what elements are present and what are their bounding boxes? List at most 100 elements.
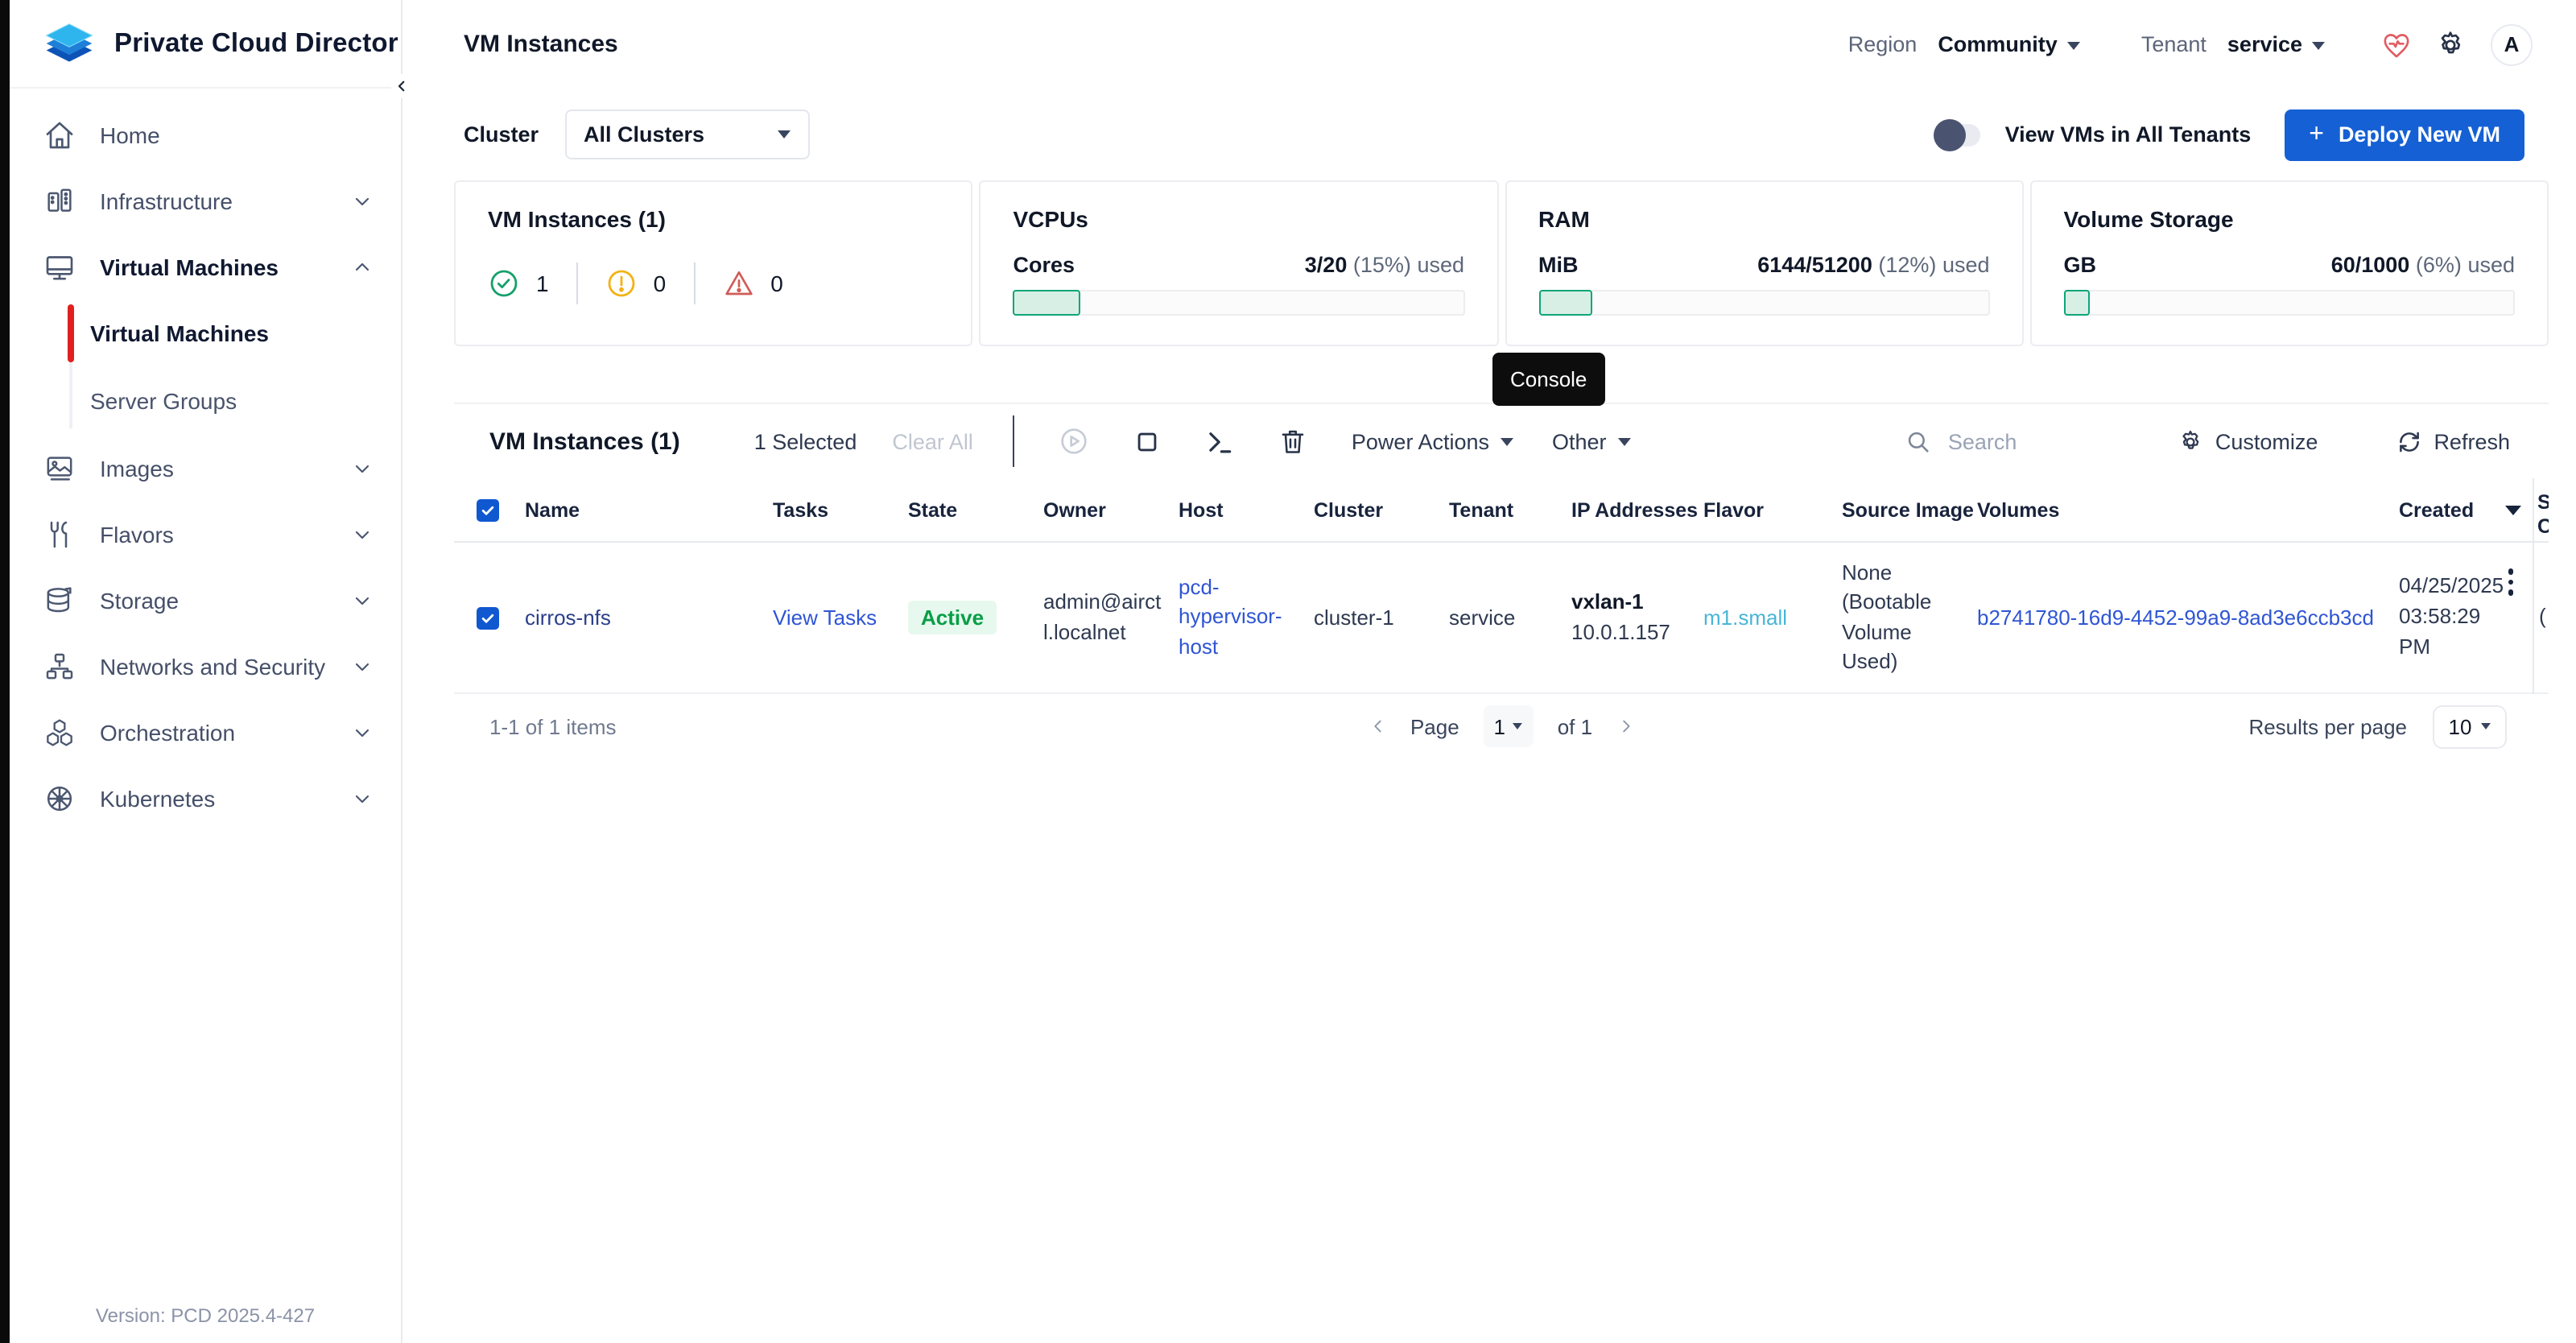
warning-count: 0	[654, 271, 667, 296]
row-menu-kebab-icon[interactable]	[2508, 568, 2513, 595]
status-warning-icon	[605, 267, 638, 300]
caret-down-icon	[777, 130, 790, 138]
row-checkbox[interactable]	[477, 606, 499, 629]
sidebar-item-label: Images	[100, 455, 174, 481]
column-header-created[interactable]: Created	[2399, 498, 2502, 521]
power-on-icon[interactable]	[1059, 425, 1091, 457]
chevron-down-icon	[353, 524, 372, 543]
filter-bar-right: View VMs in All Tenants + Deploy New VM	[1938, 109, 2524, 160]
storage-icon	[43, 584, 76, 616]
tenant-select[interactable]: service	[2227, 32, 2325, 56]
page-select[interactable]: 1	[1484, 705, 1534, 747]
view-all-tenants-toggle[interactable]	[1938, 123, 1981, 146]
sidebar-item-orchestration[interactable]: Orchestration	[10, 699, 401, 765]
chevron-down-icon	[353, 590, 372, 610]
toggle-knob	[1934, 118, 1967, 151]
chevron-down-icon	[353, 656, 372, 676]
column-header-cluster[interactable]: Cluster	[1314, 498, 1449, 521]
metric-usage: 60/1000 (6%) used	[2331, 253, 2515, 277]
sidebar-item-flavors[interactable]: Flavors	[10, 501, 401, 567]
next-page-icon[interactable]	[1616, 715, 1634, 738]
vm-name-link[interactable]: cirros-nfs	[525, 605, 611, 630]
refresh-button[interactable]: Refresh	[2395, 428, 2510, 455]
clear-all-button[interactable]: Clear All	[892, 429, 973, 453]
caret-down-icon	[1501, 437, 1513, 445]
sidebar-item-label: Virtual Machines	[100, 254, 279, 279]
volume-link[interactable]: b2741780-16d9-4452-99a9-8ad3e6ccb3cd	[1977, 605, 2374, 630]
sidebar-item-label: Home	[100, 122, 160, 147]
sidebar-subitem-virtual-machines[interactable]: Virtual Machines	[10, 300, 401, 367]
table-row[interactable]: cirros-nfs View Tasks Active admin@airct…	[454, 543, 2549, 694]
customize-button[interactable]: Customize	[2177, 428, 2318, 455]
sidebar-item-infrastructure[interactable]: Infrastructure	[10, 167, 401, 233]
column-header-ip-addresses[interactable]: IP Addresses	[1571, 498, 1703, 521]
card-title: VCPUs	[1013, 206, 1465, 232]
vm-status-counts: 1 0 0	[488, 262, 939, 304]
sidebar-item-label: Orchestration	[100, 719, 235, 745]
settings-gear-icon[interactable]	[2434, 28, 2467, 60]
metric-usage: 3/20 (15%) used	[1305, 253, 1464, 277]
created-cell: 04/25/202503:58:29 PM	[2399, 573, 2504, 658]
pagination-bar: 1-1 of 1 items Page 1 of 1 Results per p…	[454, 694, 2549, 758]
sidebar-item-networks-and-security[interactable]: Networks and Security	[10, 633, 401, 699]
divider	[693, 262, 695, 304]
sidebar-collapse-button[interactable]	[391, 74, 412, 98]
sidebar-item-storage[interactable]: Storage	[10, 567, 401, 633]
filter-bar: Cluster All Clusters View VMs in All Ten…	[402, 89, 2576, 180]
results-per-page-select[interactable]: 10	[2433, 705, 2507, 748]
stop-icon[interactable]	[1134, 428, 1162, 455]
cluster-label: Cluster	[464, 122, 539, 147]
flavor-link[interactable]: m1.small	[1703, 605, 1787, 630]
sidebar-nav: Home Infrastructure Virtual Machines Vir…	[10, 89, 401, 831]
other-dropdown[interactable]: Other	[1552, 429, 1631, 453]
ram-progress-bar	[1538, 290, 1990, 316]
sidebar-item-home[interactable]: Home	[10, 101, 401, 167]
sidebar-item-images[interactable]: Images	[10, 435, 401, 501]
chevron-down-icon	[353, 788, 372, 808]
cluster-select[interactable]: All Clusters	[564, 110, 809, 159]
region-select[interactable]: Community	[1938, 32, 2080, 56]
deploy-new-vm-button[interactable]: + Deploy New VM	[2285, 109, 2524, 160]
column-header-tasks[interactable]: Tasks	[773, 498, 908, 521]
vcpus-progress-bar	[1013, 290, 1465, 316]
column-header-tenant[interactable]: Tenant	[1449, 498, 1571, 521]
error-count: 0	[770, 271, 783, 296]
console-tooltip: Console	[1492, 353, 1604, 406]
sidebar-item-kubernetes[interactable]: Kubernetes	[10, 765, 401, 831]
delete-trash-icon[interactable]	[1279, 427, 1308, 456]
metric-label: GB	[2064, 253, 2097, 277]
card-ram: RAM MiB 6144/51200 (12%) used	[1505, 180, 2024, 346]
console-icon[interactable]	[1205, 426, 1236, 457]
sidebar-subitem-server-groups[interactable]: Server Groups	[10, 367, 401, 435]
health-heart-icon[interactable]	[2380, 28, 2413, 60]
column-header-volumes[interactable]: Volumes	[1977, 498, 2399, 521]
column-header-flavor[interactable]: Flavor	[1703, 498, 1842, 521]
select-all-checkbox[interactable]	[477, 498, 499, 521]
column-header-state[interactable]: State	[908, 498, 1043, 521]
chevron-down-icon	[353, 458, 372, 477]
column-header-host[interactable]: Host	[1179, 498, 1314, 521]
chevron-down-icon	[353, 191, 372, 210]
cluster-cell: cluster-1	[1314, 605, 1449, 630]
column-header-source-image[interactable]: Source Image	[1842, 498, 1977, 521]
column-header-owner[interactable]: Owner	[1043, 498, 1179, 521]
card-title: Volume Storage	[2064, 206, 2516, 232]
plus-icon: +	[2309, 122, 2324, 147]
app-logo-icon	[42, 23, 97, 64]
host-link[interactable]: pcd-hypervisor-host	[1179, 573, 1285, 661]
view-tasks-link[interactable]: View Tasks	[773, 605, 877, 630]
volume-storage-progress-bar	[2064, 290, 2516, 316]
user-avatar[interactable]: A	[2491, 23, 2533, 65]
prev-page-icon[interactable]	[1368, 715, 1386, 738]
customize-gear-icon	[2177, 428, 2204, 455]
app-version: Version: PCD 2025.4-427	[10, 1304, 401, 1327]
status-error-icon	[722, 267, 754, 300]
sidebar-item-virtual-machines[interactable]: Virtual Machines	[10, 233, 401, 300]
search-input[interactable]	[1945, 428, 2099, 455]
source-image-cell: None (Bootable Volume Used)	[1842, 559, 1948, 676]
sort-desc-icon[interactable]	[2505, 505, 2521, 514]
state-badge: Active	[908, 601, 997, 634]
app-logo-block: Private Cloud Director	[10, 0, 401, 89]
column-header-name[interactable]: Name	[525, 498, 773, 521]
power-actions-dropdown[interactable]: Power Actions	[1352, 429, 1513, 453]
